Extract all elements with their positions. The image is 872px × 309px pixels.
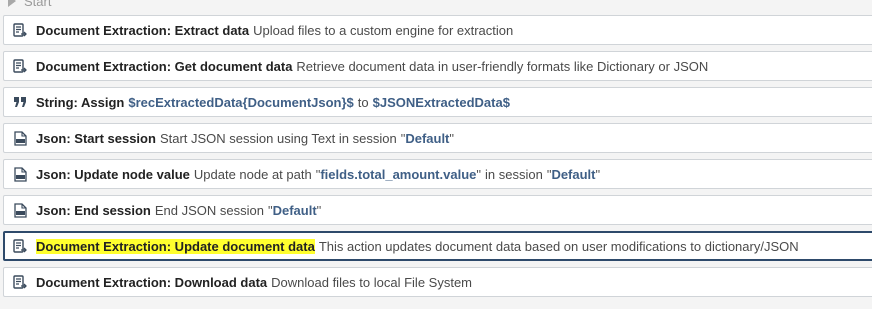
action-description: Download files to local File System (271, 274, 472, 290)
action-title: Document Extraction: Get document data (36, 58, 293, 74)
json-file-icon (12, 130, 28, 146)
document-export-icon (12, 238, 28, 254)
action-row-json-update-node-value[interactable]: Json: Update node value Update node at p… (3, 159, 872, 189)
action-title-highlighted: Document Extraction: Update document dat… (36, 238, 315, 254)
action-row-string-assign[interactable]: String: Assign $recExtractedData{Documen… (3, 87, 872, 117)
action-row-get-document-data[interactable]: Document Extraction: Get document data R… (3, 51, 872, 81)
in-session-text: in session (485, 166, 543, 182)
session-name: Default (272, 202, 317, 218)
action-row-extract-data[interactable]: Document Extraction: Extract data Upload… (3, 15, 872, 45)
start-node[interactable]: Start (8, 0, 51, 9)
node-path: fields.total_amount.value (320, 166, 477, 182)
document-export-icon (12, 22, 28, 38)
action-row-json-end-session[interactable]: Json: End session End JSON session " Defa… (3, 195, 872, 225)
action-title: Document Extraction: Extract data (36, 22, 250, 38)
json-file-icon (12, 166, 28, 182)
action-title: String: Assign (36, 94, 125, 110)
quote-mark: " (449, 130, 455, 146)
target-variable: $JSONExtractedData$ (372, 94, 510, 110)
action-title: Document Extraction: Download data (36, 274, 268, 290)
action-title: Json: Update node value (36, 166, 190, 182)
start-label: Start (24, 0, 52, 9)
session-name: Default (551, 166, 596, 182)
action-title: Json: Start session (36, 130, 156, 146)
action-list: Document Extraction: Extract data Upload… (3, 15, 872, 303)
session-name: Default (405, 130, 450, 146)
quote-mark: " (316, 202, 322, 218)
action-description: Retrieve document data in user-friendly … (296, 58, 709, 74)
action-row-json-start-session[interactable]: Json: Start session Start JSON session u… (3, 123, 872, 153)
action-description: End JSON session (154, 202, 264, 218)
assign-to-text: to (357, 94, 369, 110)
document-export-icon (12, 58, 28, 74)
action-description: Update node at path (193, 166, 312, 182)
action-description: This action updates document data based … (318, 238, 799, 254)
action-title: Json: End session (36, 202, 151, 218)
play-triangle-icon (8, 0, 16, 7)
document-export-icon (12, 274, 28, 290)
source-variable: $recExtractedData{DocumentJson}$ (128, 94, 354, 110)
action-description: Start JSON session using Text in session (159, 130, 397, 146)
action-row-update-document-data[interactable]: Document Extraction: Update document dat… (3, 231, 872, 261)
json-file-icon (12, 202, 28, 218)
quote-icon (12, 94, 28, 110)
action-description: Upload files to a custom engine for extr… (253, 22, 514, 38)
quote-mark: " (476, 166, 481, 182)
action-row-download-data[interactable]: Document Extraction: Download data Downl… (3, 267, 872, 297)
quote-mark: " (595, 166, 601, 182)
